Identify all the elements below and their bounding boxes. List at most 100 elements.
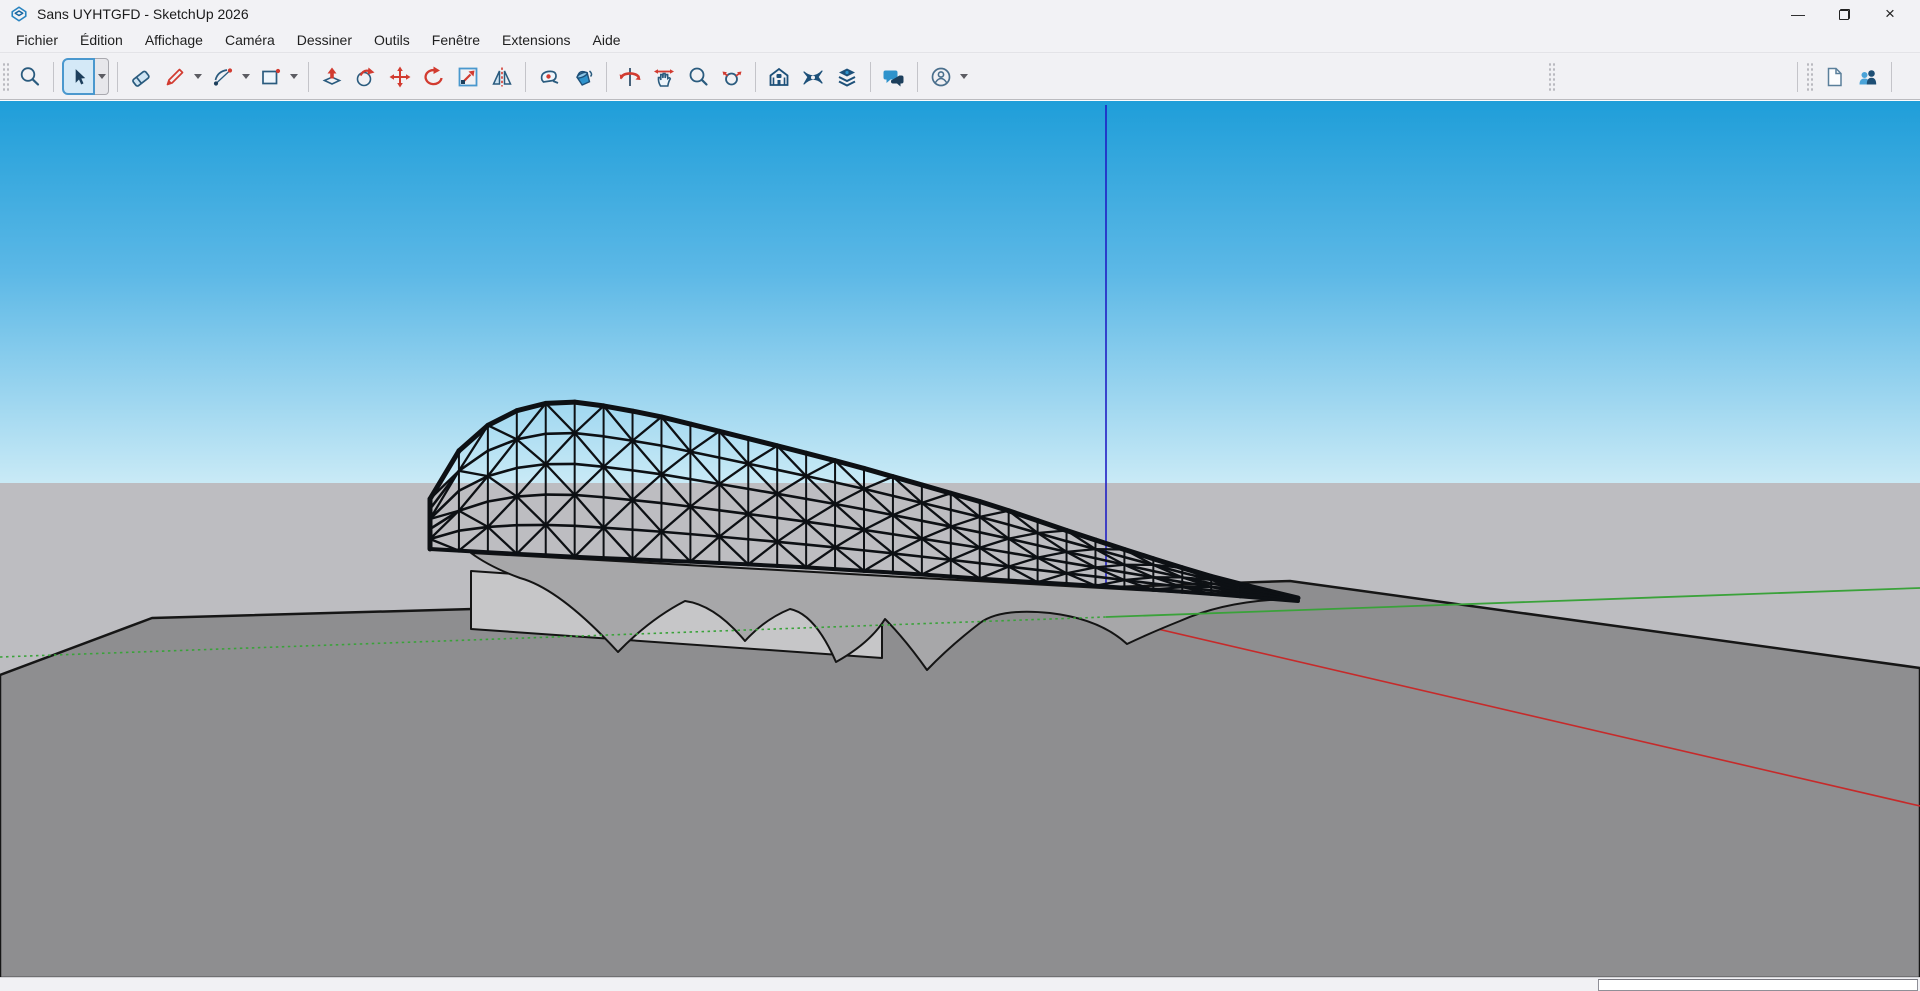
people-icon <box>1856 65 1880 89</box>
toolbar-separator <box>755 62 756 92</box>
line-tool-button[interactable] <box>160 61 190 93</box>
toolbar-separator <box>1891 62 1892 92</box>
chat-bubbles-icon <box>882 65 906 89</box>
push-pull-icon <box>320 65 344 89</box>
menu-extensions[interactable]: Extensions <box>491 28 581 52</box>
chevron-down-icon <box>242 74 250 79</box>
menu-fenetre[interactable]: Fenêtre <box>421 28 491 52</box>
select-tool-button[interactable] <box>62 58 95 95</box>
scale-icon <box>456 65 480 89</box>
push-pull-tool-button[interactable] <box>317 61 347 93</box>
arc-tool-button[interactable] <box>208 61 238 93</box>
toolbar-separator <box>606 62 607 92</box>
sky <box>0 101 1920 483</box>
pan-tool-button[interactable] <box>649 61 679 93</box>
menu-camera[interactable]: Caméra <box>214 28 286 52</box>
toolbar-separator <box>308 62 309 92</box>
terrain-plane <box>0 581 1920 978</box>
tape-measure-icon <box>537 65 561 89</box>
menu-affichage[interactable]: Affichage <box>134 28 214 52</box>
new-document-button[interactable] <box>1819 61 1849 93</box>
toolbar-grip[interactable] <box>1548 62 1555 92</box>
extension-warehouse-button[interactable] <box>798 61 828 93</box>
layers-icon <box>835 65 859 89</box>
toolbar <box>0 54 1920 100</box>
document-icon <box>1822 65 1846 89</box>
pan-icon <box>652 65 676 89</box>
measurements-box[interactable] <box>1598 979 1918 991</box>
restore-icon <box>1839 9 1850 20</box>
chevron-down-icon <box>194 74 202 79</box>
toolbar-separator <box>870 62 871 92</box>
rotate-tool-button[interactable] <box>419 61 449 93</box>
title-bar: Sans UYHTGFD - SketchUp 2026 — × <box>0 0 1920 28</box>
line-tool-dropdown[interactable] <box>192 61 204 93</box>
arc-icon <box>211 65 235 89</box>
toolbar-separator <box>917 62 918 92</box>
search-icon <box>18 65 42 89</box>
rotate-icon <box>422 65 446 89</box>
menu-bar: Fichier Édition Affichage Caméra Dessine… <box>0 28 1920 53</box>
toolbar-right-group <box>1791 54 1898 100</box>
paint-bucket-tool-button[interactable] <box>568 61 598 93</box>
follow-me-tool-button[interactable] <box>351 61 381 93</box>
rectangle-icon <box>259 65 283 89</box>
extension-warehouse-icon <box>801 65 825 89</box>
3d-warehouse-icon <box>767 65 791 89</box>
account-icon <box>929 65 953 89</box>
sketchup-logo-icon <box>10 5 28 23</box>
rectangle-tool-button[interactable] <box>256 61 286 93</box>
close-button[interactable]: × <box>1867 0 1913 28</box>
3d-warehouse-button[interactable] <box>764 61 794 93</box>
select-tool-group <box>62 58 109 95</box>
zoom-extents-icon <box>720 65 744 89</box>
zoom-tool-button[interactable] <box>683 61 713 93</box>
arc-tool-dropdown[interactable] <box>240 61 252 93</box>
window-title: Sans UYHTGFD - SketchUp 2026 <box>37 6 249 22</box>
menu-dessiner[interactable]: Dessiner <box>286 28 363 52</box>
status-bar <box>0 977 1920 991</box>
feedback-button[interactable] <box>879 61 909 93</box>
select-tool-dropdown[interactable] <box>95 58 109 95</box>
collaborators-button[interactable] <box>1853 61 1883 93</box>
styles-layers-button[interactable] <box>832 61 862 93</box>
model-scene <box>0 101 1920 978</box>
search-tool-button[interactable] <box>15 61 45 93</box>
minimize-button[interactable]: — <box>1775 0 1821 28</box>
tape-measure-tool-button[interactable] <box>534 61 564 93</box>
toolbar-grip[interactable] <box>1806 62 1813 92</box>
eraser-icon <box>129 65 153 89</box>
toolbar-separator <box>1797 62 1798 92</box>
menu-fichier[interactable]: Fichier <box>5 28 69 52</box>
select-cursor-icon <box>69 67 89 87</box>
follow-me-icon <box>354 65 378 89</box>
scale-tool-button[interactable] <box>453 61 483 93</box>
menu-aide[interactable]: Aide <box>582 28 632 52</box>
orbit-icon <box>618 65 642 89</box>
account-button[interactable] <box>926 61 956 93</box>
flip-tool-button[interactable] <box>487 61 517 93</box>
sketchup-window: Sans UYHTGFD - SketchUp 2026 — × Fichier… <box>0 0 1920 991</box>
zoom-extents-tool-button[interactable] <box>717 61 747 93</box>
eraser-tool-button[interactable] <box>126 61 156 93</box>
toolbar-separator <box>117 62 118 92</box>
menu-edition[interactable]: Édition <box>69 28 134 52</box>
orbit-tool-button[interactable] <box>615 61 645 93</box>
model-viewport[interactable] <box>0 100 1920 977</box>
rectangle-tool-dropdown[interactable] <box>288 61 300 93</box>
toolbar-separator <box>53 62 54 92</box>
account-dropdown[interactable] <box>958 61 970 93</box>
flip-icon <box>490 65 514 89</box>
pencil-line-icon <box>163 65 187 89</box>
paint-bucket-icon <box>571 65 595 89</box>
zoom-icon <box>686 65 710 89</box>
chevron-down-icon <box>960 74 968 79</box>
move-tool-button[interactable] <box>385 61 415 93</box>
maximize-restore-button[interactable] <box>1821 0 1867 28</box>
move-icon <box>388 65 412 89</box>
toolbar-grip[interactable] <box>2 62 9 92</box>
chevron-down-icon <box>98 74 106 79</box>
menu-outils[interactable]: Outils <box>363 28 421 52</box>
toolbar-separator <box>525 62 526 92</box>
chevron-down-icon <box>290 74 298 79</box>
